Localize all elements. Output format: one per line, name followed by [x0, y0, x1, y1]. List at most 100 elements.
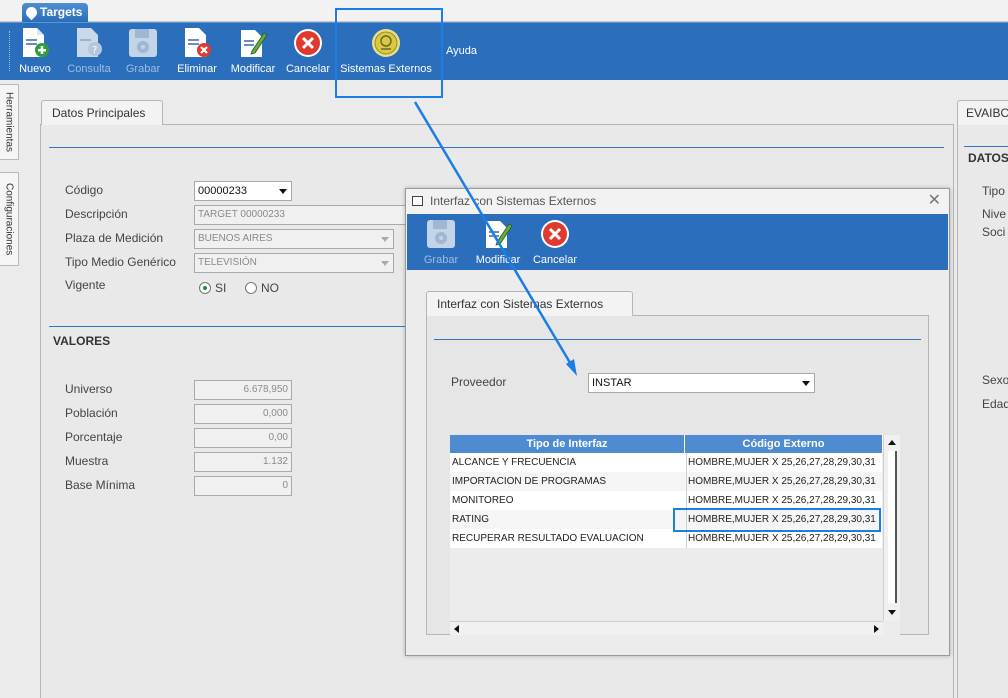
plaza-label: Plaza de Medición	[65, 231, 164, 245]
tipo-medio-label: Tipo Medio Genérico	[65, 255, 176, 269]
right-section-title: DATOS	[968, 151, 1008, 165]
plaza-select[interactable]: BUENOS AIRES	[194, 229, 394, 249]
descripcion-field[interactable]: TARGET 00000233	[194, 205, 406, 225]
row-tipo: MONITOREO	[452, 495, 514, 506]
horizontal-scrollbar[interactable]	[450, 621, 883, 635]
column-header-codigo[interactable]: Código Externo	[685, 435, 883, 453]
poblacion-value: 0,000	[262, 408, 288, 419]
sistemas-externos-button[interactable]: Sistemas Externos	[338, 23, 434, 81]
nuevo-button[interactable]: Nuevo	[16, 23, 54, 81]
dialog-cancelar-button[interactable]: Cancelar	[531, 214, 579, 272]
universo-field[interactable]: 6.678,950	[194, 380, 292, 400]
scroll-up-icon[interactable]	[888, 440, 896, 445]
dialog-titlebar: Interfaz con Sistemas Externos ✕	[406, 189, 949, 214]
cancelar-label: Cancelar	[285, 63, 331, 75]
row-codigo[interactable]: HOMBRE,MUJER X 25,26,27,28,29,30,31	[686, 510, 882, 529]
cancel-circle-icon	[539, 218, 571, 250]
document-add-icon	[19, 27, 51, 59]
row-tipo: RECUPERAR RESULTADO EVALUACION	[452, 533, 644, 544]
porcentaje-field[interactable]: 0,00	[194, 428, 292, 448]
descripcion-label: Descripción	[65, 207, 128, 221]
base-minima-field[interactable]: 0	[194, 476, 292, 496]
toolbar-grip	[9, 31, 10, 71]
table-row[interactable]: MONITOREO HOMBRE,MUJER X 25,26,27,28,29,…	[450, 491, 882, 510]
document-query-icon: ?	[73, 27, 105, 59]
right-label-edad: Edad	[982, 397, 1008, 411]
base-minima-value: 0	[282, 480, 288, 491]
table-row[interactable]: RATING HOMBRE,MUJER X 25,26,27,28,29,30,…	[450, 510, 882, 529]
row-codigo[interactable]: HOMBRE,MUJER X 25,26,27,28,29,30,31	[686, 453, 882, 472]
vigente-si-radio[interactable]	[199, 282, 211, 294]
dialog-grabar-label: Grabar	[423, 254, 459, 266]
modificar-button[interactable]: Modificar	[228, 23, 278, 81]
nuevo-label: Nuevo	[19, 63, 51, 75]
tab-evaibo[interactable]: EVAIBO	[957, 100, 1008, 125]
proveedor-value: INSTAR	[592, 377, 632, 389]
dialog-divider	[434, 339, 921, 340]
consulta-button[interactable]: ? Consulta	[66, 23, 112, 81]
vigente-label: Vigente	[65, 278, 106, 292]
section-divider	[49, 147, 944, 148]
right-label-nivel: Nive	[982, 207, 1007, 221]
cancelar-button[interactable]: Cancelar	[285, 23, 331, 81]
vigente-no-radio[interactable]	[245, 282, 257, 294]
interfaz-dialog: Interfaz con Sistemas Externos ✕ Grabar …	[405, 188, 950, 656]
column-header-tipo[interactable]: Tipo de Interfaz	[450, 435, 685, 453]
document-tab-strip: Targets	[0, 0, 1008, 22]
cancel-circle-icon	[292, 27, 324, 59]
table-row[interactable]: ALCANCE Y FRECUENCIA HOMBRE,MUJER X 25,2…	[450, 453, 882, 472]
chevron-down-icon	[381, 237, 389, 242]
right-label-tipo: Tipo	[982, 184, 1005, 198]
right-label-sexo: Sexo	[982, 373, 1008, 387]
table-row[interactable]: IMPORTACION DE PROGRAMAS HOMBRE,MUJER X …	[450, 472, 882, 491]
row-codigo[interactable]: HOMBRE,MUJER X 25,26,27,28,29,30,31	[686, 491, 882, 510]
dialog-title: Interfaz con Sistemas Externos	[430, 194, 597, 208]
document-tab-label: Targets	[40, 5, 83, 19]
side-tab-configuraciones[interactable]: Configuraciones	[0, 172, 19, 266]
tab-datos-principales[interactable]: Datos Principales	[41, 100, 163, 125]
muestra-label: Muestra	[65, 454, 109, 468]
svg-text:?: ?	[92, 45, 97, 56]
muestra-field[interactable]: 1.132	[194, 452, 292, 472]
eliminar-button[interactable]: Eliminar	[175, 23, 219, 81]
vertical-scrollbar[interactable]	[883, 435, 900, 621]
dialog-modificar-button[interactable]: Modificar	[473, 214, 523, 272]
proveedor-select[interactable]: INSTAR	[588, 373, 815, 393]
row-codigo[interactable]: HOMBRE,MUJER X 25,26,27,28,29,30,31	[686, 529, 882, 548]
document-edit-icon	[482, 218, 514, 250]
chevron-down-icon	[802, 381, 810, 386]
porcentaje-value: 0,00	[268, 432, 288, 443]
document-tab-targets[interactable]: Targets	[22, 3, 88, 22]
scroll-right-icon[interactable]	[874, 625, 879, 633]
poblacion-field[interactable]: 0,000	[194, 404, 292, 424]
document-delete-icon	[181, 27, 213, 59]
plaza-value: BUENOS AIRES	[198, 233, 273, 244]
valores-divider	[49, 326, 409, 327]
ayuda-link[interactable]: Ayuda	[446, 45, 477, 57]
toolbar-separator	[441, 31, 442, 71]
external-systems-icon	[370, 27, 402, 59]
base-minima-label: Base Mínima	[65, 478, 136, 492]
table-row[interactable]: RECUPERAR RESULTADO EVALUACION HOMBRE,MU…	[450, 529, 882, 548]
grabar-label: Grabar	[125, 63, 161, 75]
grabar-button[interactable]: Grabar	[123, 23, 163, 81]
eliminar-label: Eliminar	[177, 63, 217, 75]
tab-interfaz[interactable]: Interfaz con Sistemas Externos	[426, 291, 633, 316]
row-tipo: ALCANCE Y FRECUENCIA	[452, 457, 577, 468]
floppy-disk-icon	[425, 218, 457, 250]
side-tab-herramientas[interactable]: Herramientas	[0, 84, 19, 160]
muestra-value: 1.132	[262, 456, 288, 467]
universo-label: Universo	[65, 382, 113, 396]
scroll-down-icon[interactable]	[888, 610, 896, 615]
vigente-no-label: NO	[261, 281, 279, 295]
dialog-grabar-button[interactable]: Grabar	[421, 214, 461, 272]
scroll-left-icon[interactable]	[454, 625, 459, 633]
side-tab-herramientas-label: Herramientas	[3, 91, 15, 153]
scroll-thumb[interactable]	[888, 451, 897, 603]
codigo-select[interactable]: 00000233	[194, 181, 292, 201]
chevron-down-icon	[381, 261, 389, 266]
row-codigo[interactable]: HOMBRE,MUJER X 25,26,27,28,29,30,31	[686, 472, 882, 491]
porcentaje-label: Porcentaje	[65, 430, 123, 444]
close-icon[interactable]: ✕	[928, 192, 941, 210]
tipo-medio-select[interactable]: TELEVISIÓN	[194, 253, 394, 273]
